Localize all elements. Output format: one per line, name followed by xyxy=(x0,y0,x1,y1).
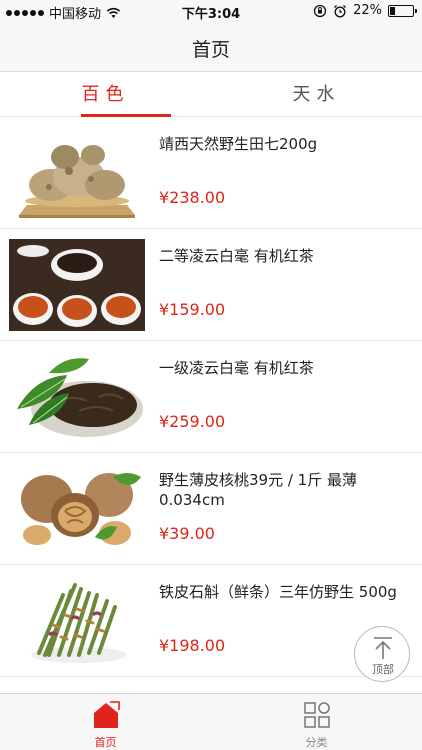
product-name: 靖西天然野生田七200g xyxy=(159,135,318,153)
tea-leaves-image xyxy=(9,351,145,443)
product-item[interactable]: 二等凌云白毫 有机红茶 ¥159.00 xyxy=(0,229,422,341)
product-price: ¥259.00 xyxy=(159,412,226,431)
tabbar-item-home[interactable]: 首页 xyxy=(0,694,211,750)
dendrobium-image xyxy=(9,575,145,667)
battery-fill xyxy=(390,6,395,15)
status-right: 22% xyxy=(313,3,417,18)
navigation-bar: 首页 xyxy=(0,22,422,72)
tab-baise[interactable]: 百色 xyxy=(0,73,211,117)
rotation-lock-icon xyxy=(313,4,327,17)
black-tea-cups-image xyxy=(9,239,145,331)
status-bar: 中国移动 下午3:04 22% xyxy=(0,0,422,22)
bottom-tab-bar: 首页 分类 xyxy=(0,693,422,750)
tabbar-label-category: 分类 xyxy=(305,736,328,749)
battery-percent: 22% xyxy=(353,3,382,18)
page-title: 首页 xyxy=(191,39,230,61)
tianqi-root-image xyxy=(9,127,145,219)
tab-tianshui[interactable]: 天水 xyxy=(211,73,422,117)
product-price: ¥238.00 xyxy=(159,188,226,207)
walnuts-image xyxy=(9,463,145,555)
alarm-icon xyxy=(334,4,347,18)
region-tabs: 百色 天水 xyxy=(0,73,422,117)
product-price: ¥159.00 xyxy=(159,300,226,319)
product-name: 一级凌云白毫 有机红茶 xyxy=(159,359,314,377)
battery-icon xyxy=(388,4,417,17)
product-price: ¥39.00 xyxy=(159,524,215,543)
category-grid-icon xyxy=(304,702,330,728)
product-name: 二等凌云白毫 有机红茶 xyxy=(159,247,314,265)
tabbar-item-category[interactable]: 分类 xyxy=(211,694,422,750)
product-name: 铁皮石斛（鲜条）三年仿野生 500g xyxy=(159,583,397,601)
product-price: ¥198.00 xyxy=(159,636,226,655)
product-name: 野生薄皮核桃39元 / 1斤 最薄0.034cm xyxy=(159,471,357,509)
product-item[interactable]: 一级凌云白毫 有机红茶 ¥259.00 xyxy=(0,341,422,453)
home-icon xyxy=(94,701,120,728)
product-item[interactable]: 野生薄皮核桃39元 / 1斤 最薄0.034cm ¥39.00 xyxy=(0,453,422,565)
back-to-top-button[interactable]: 顶部 xyxy=(354,626,410,682)
back-to-top-label: 顶部 xyxy=(372,663,394,676)
product-item[interactable]: 靖西天然野生田七200g ¥238.00 xyxy=(0,117,422,229)
tabbar-label-home: 首页 xyxy=(94,736,117,749)
